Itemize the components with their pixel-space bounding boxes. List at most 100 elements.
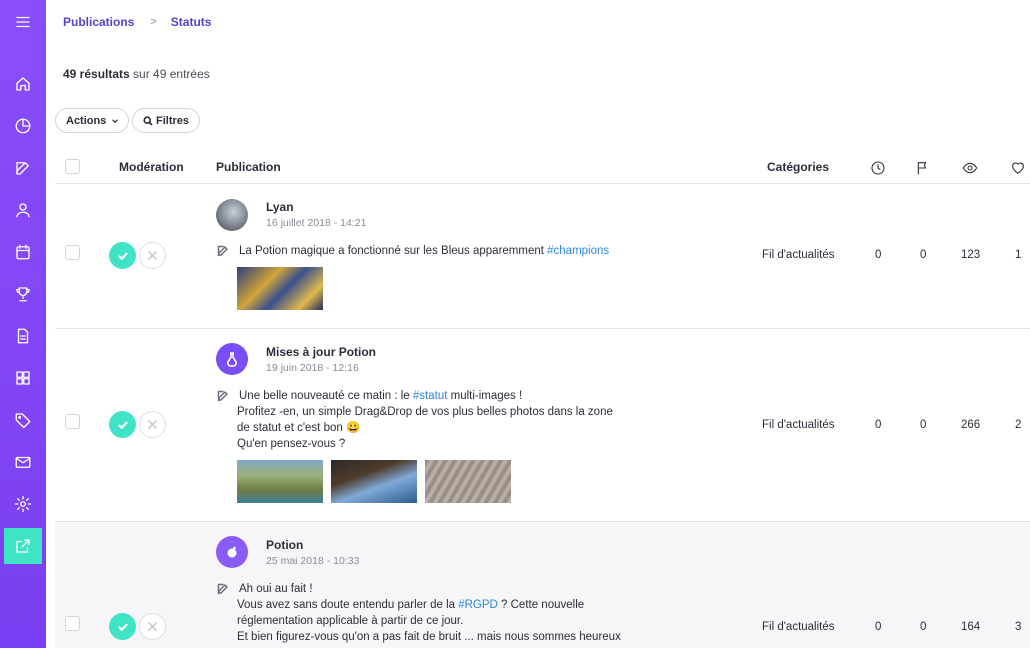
text-segment: ? Cette nouvelle <box>497 599 585 611</box>
heart-icon[interactable] <box>1010 160 1026 176</box>
reject-button[interactable] <box>139 411 166 438</box>
views-count: 164 <box>961 621 981 633</box>
trophy-icon[interactable] <box>4 276 42 312</box>
views-count: 123 <box>961 249 981 261</box>
hashtag-link[interactable]: #RGPD <box>458 599 498 611</box>
results-summary: 49 résultats sur 49 entrées <box>63 67 210 81</box>
check-icon <box>117 421 128 429</box>
home-icon[interactable] <box>4 66 42 102</box>
hashtag-link[interactable]: #statut <box>413 390 448 402</box>
mail-icon[interactable] <box>4 444 42 480</box>
row-checkbox[interactable] <box>65 414 80 429</box>
settings-icon[interactable] <box>4 486 42 522</box>
post-text-line: Une belle nouveauté ce matin : le #statu… <box>239 388 522 404</box>
comments-count: 0 <box>875 249 882 261</box>
search-icon <box>143 115 153 126</box>
category: Fil d'actualités <box>762 419 835 431</box>
close-icon <box>148 251 157 260</box>
reports-count: 0 <box>920 249 927 261</box>
category: Fil d'actualités <box>762 249 835 261</box>
post-date: 25 mai 2018 - 10:33 <box>266 555 360 567</box>
category: Fil d'actualités <box>762 621 835 633</box>
post-text-line: Profitez -en, un simple Drag&Drop de vos… <box>237 406 613 418</box>
table-header: Modération Publication Catégories <box>55 152 1030 184</box>
sidebar <box>0 0 46 648</box>
close-icon <box>148 622 157 631</box>
avatar[interactable] <box>216 536 248 568</box>
breadcrumb-separator: > <box>150 16 157 28</box>
user-icon[interactable] <box>4 192 42 228</box>
actions-label: Actions <box>66 114 107 127</box>
post-image[interactable] <box>425 460 511 503</box>
grid-icon[interactable] <box>4 360 42 396</box>
edit-icon[interactable] <box>217 582 229 595</box>
likes-count: 3 <box>1015 621 1022 633</box>
approve-button[interactable] <box>109 242 136 269</box>
pie-chart-icon[interactable] <box>4 108 42 144</box>
post-image[interactable] <box>331 460 417 503</box>
post-image[interactable] <box>237 267 323 310</box>
table-row[interactable]: Potion 25 mai 2018 - 10:33 Ah oui au fai… <box>55 522 1030 648</box>
row-checkbox[interactable] <box>65 245 80 260</box>
post-text-line: Qu'en pensez-vous ? <box>237 438 346 450</box>
breadcrumb-publications[interactable]: Publications <box>63 15 134 29</box>
avatar[interactable] <box>216 199 248 231</box>
text-segment: Une belle nouveauté ce matin : le <box>239 390 413 402</box>
approve-button[interactable] <box>109 613 136 640</box>
post-text-line: de statut et c'est bon 😀 <box>237 422 361 434</box>
edit-icon[interactable] <box>217 244 229 257</box>
approve-button[interactable] <box>109 411 136 438</box>
check-icon <box>117 623 128 631</box>
eye-icon[interactable] <box>962 160 978 176</box>
results-count: 49 résultats <box>63 67 130 81</box>
header-publication[interactable]: Publication <box>216 160 281 174</box>
tag-icon[interactable] <box>4 402 42 438</box>
post-text-line: Ah oui au fait ! <box>239 583 313 595</box>
post-author[interactable]: Potion <box>266 538 303 552</box>
post-text-line: Et bien figurez-vous qu'on a pas fait de… <box>237 631 621 643</box>
breadcrumb-statuts[interactable]: Statuts <box>171 15 212 29</box>
reject-button[interactable] <box>139 242 166 269</box>
post-text-line: La Potion magique a fonctionné sur les B… <box>239 245 548 257</box>
likes-count: 1 <box>1015 249 1022 261</box>
edit-icon[interactable] <box>4 150 42 186</box>
reports-count: 0 <box>920 419 927 431</box>
reports-count: 0 <box>920 621 927 633</box>
header-moderation[interactable]: Modération <box>119 160 184 174</box>
potion-logo-icon <box>227 546 237 558</box>
flag-icon[interactable] <box>915 160 931 176</box>
document-icon[interactable] <box>4 318 42 354</box>
table-row[interactable]: Mises à jour Potion 19 juin 2018 - 12:16… <box>55 329 1030 522</box>
post-author[interactable]: Lyan <box>266 200 294 214</box>
post-date: 19 juin 2018 - 12:16 <box>266 362 359 374</box>
views-count: 266 <box>961 419 981 431</box>
text-segment: Vous avez sans doute entendu parler de l… <box>237 599 459 611</box>
actions-button[interactable]: Actions <box>55 108 129 133</box>
likes-count: 2 <box>1015 419 1022 431</box>
select-all-checkbox[interactable] <box>65 159 80 174</box>
header-categories[interactable]: Catégories <box>767 160 829 174</box>
external-link-icon[interactable] <box>4 528 42 564</box>
hashtag-link[interactable]: #champions <box>547 245 609 257</box>
chevron-down-icon <box>111 117 119 125</box>
post-text-line: Vous avez sans doute entendu parler de l… <box>237 597 584 613</box>
table-row[interactable]: Lyan 16 juillet 2018 - 14:21 La Potion m… <box>55 184 1030 329</box>
clock-icon[interactable] <box>870 160 886 176</box>
potion-logo-icon <box>227 352 237 367</box>
results-total: sur 49 entrées <box>133 67 210 81</box>
post-date: 16 juillet 2018 - 14:21 <box>266 217 367 229</box>
filters-button[interactable]: Filtres <box>132 108 200 133</box>
edit-icon[interactable] <box>217 389 229 402</box>
post-text: La Potion magique a fonctionné sur les B… <box>239 243 609 259</box>
avatar[interactable] <box>216 343 248 375</box>
menu-icon[interactable] <box>4 4 42 40</box>
post-image[interactable] <box>237 460 323 503</box>
reject-button[interactable] <box>139 613 166 640</box>
filters-label: Filtres <box>156 114 190 127</box>
text-segment: multi-images ! <box>447 390 523 402</box>
post-text-line: réglementation applicable à partir de ce… <box>237 615 464 627</box>
calendar-icon[interactable] <box>4 234 42 270</box>
row-checkbox[interactable] <box>65 616 80 631</box>
close-icon <box>148 420 157 429</box>
post-author[interactable]: Mises à jour Potion <box>266 345 376 359</box>
